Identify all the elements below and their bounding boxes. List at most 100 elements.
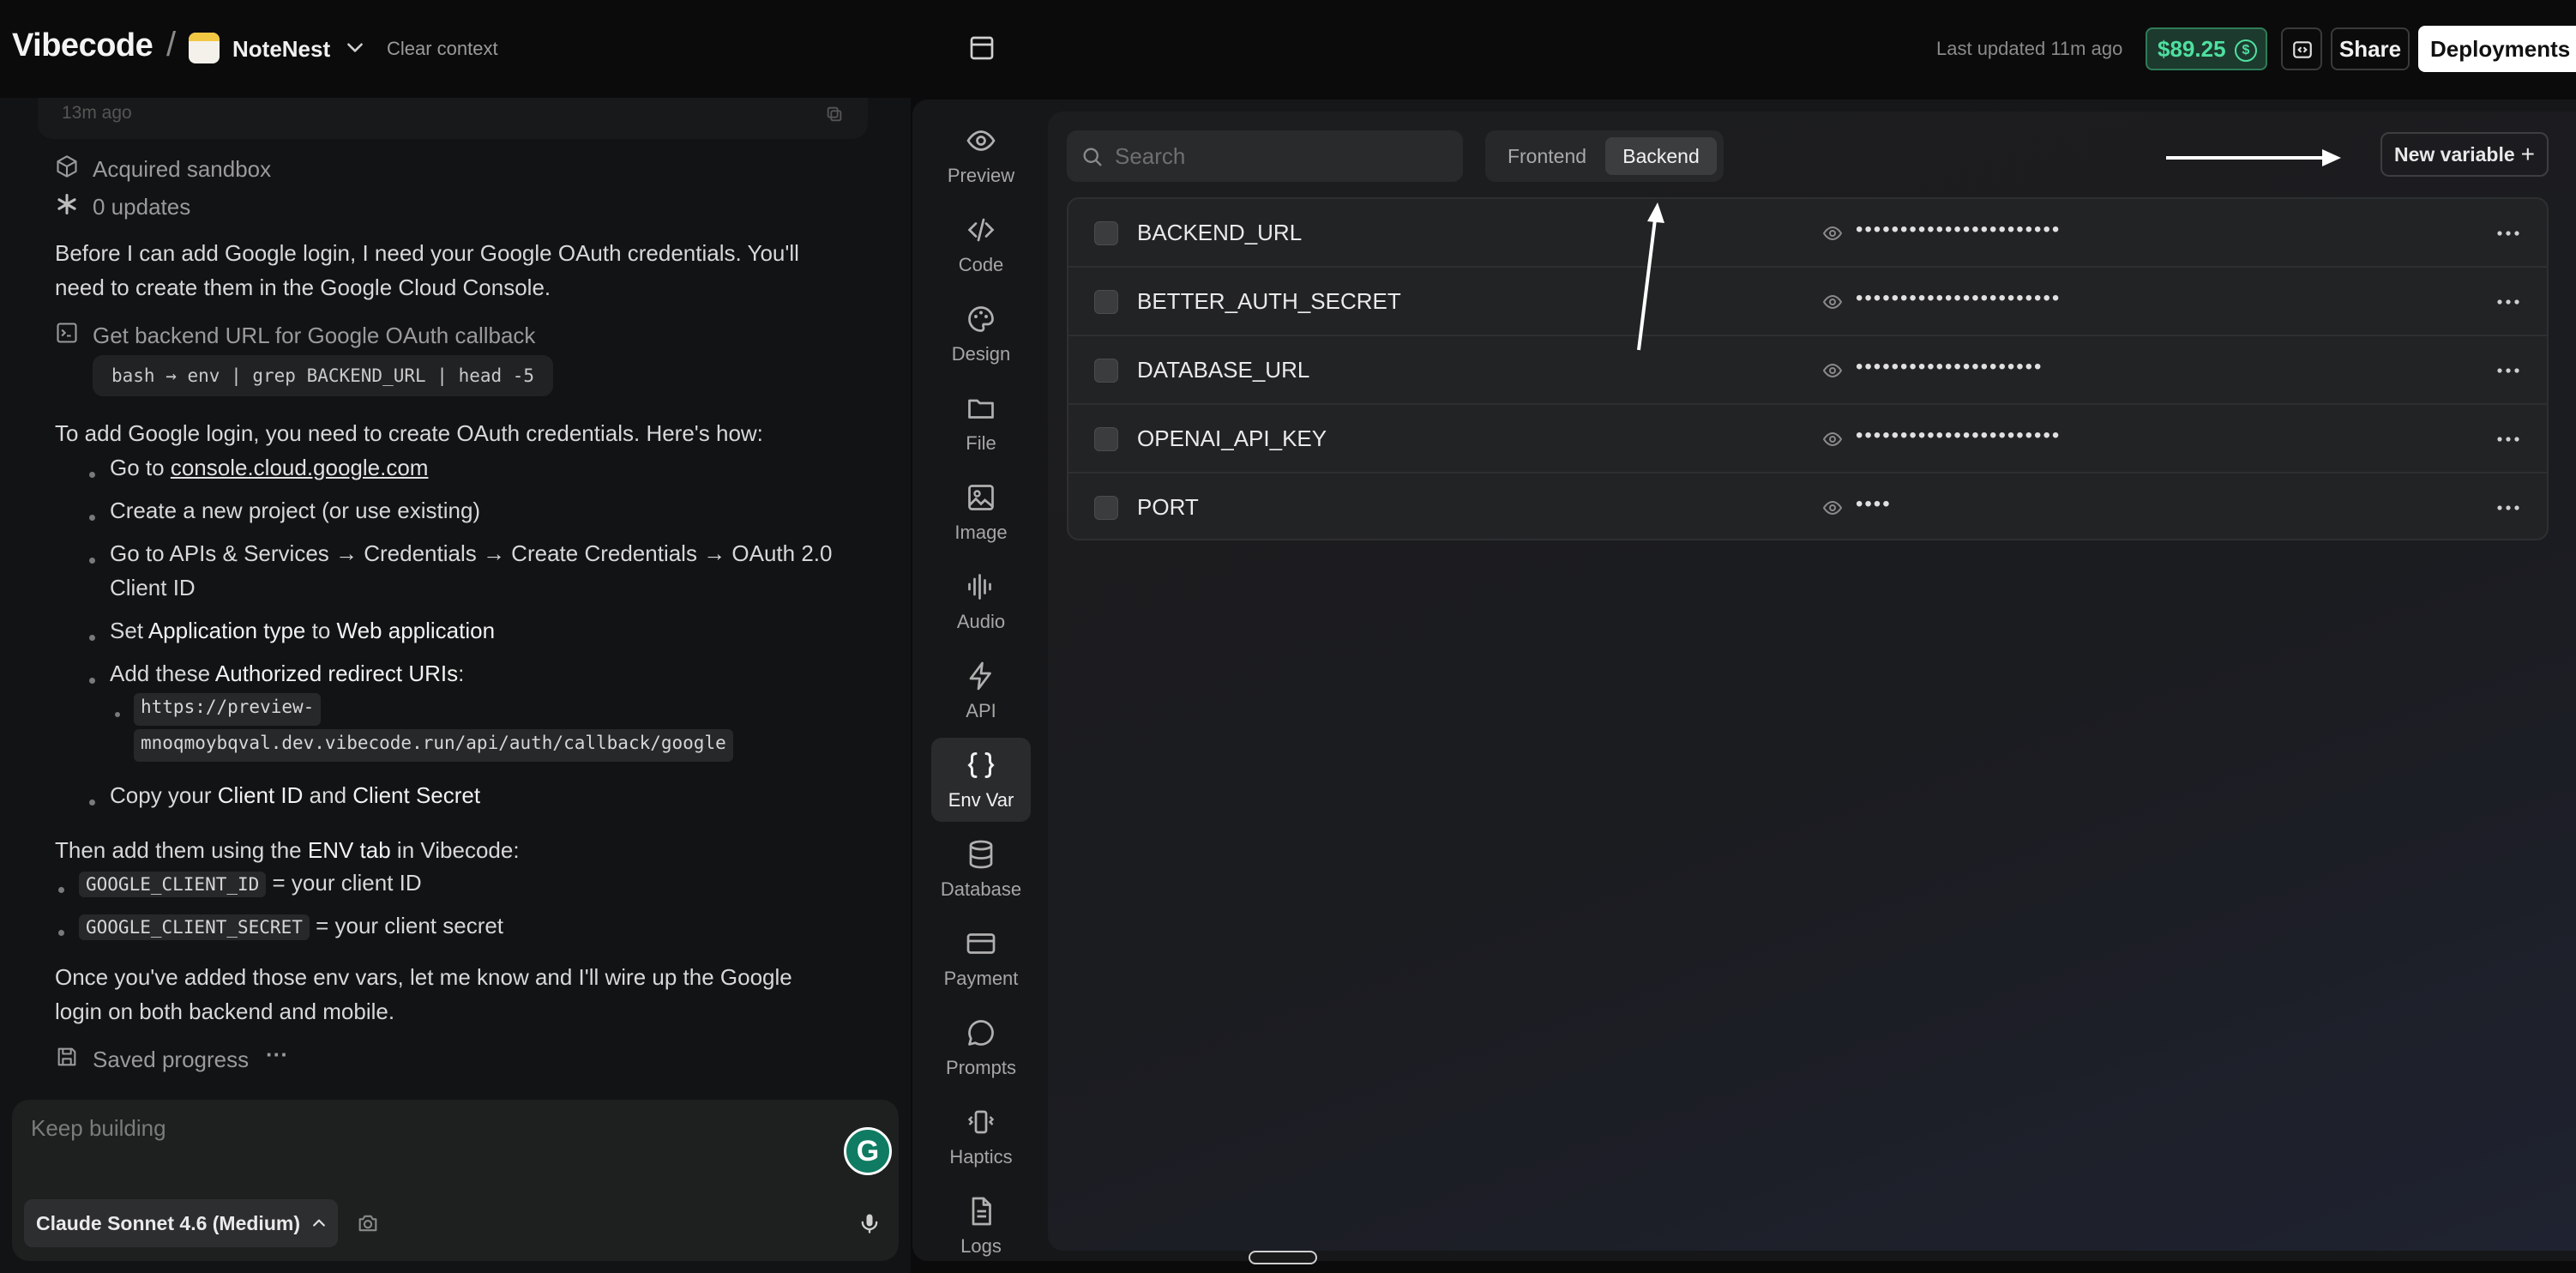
row-checkbox[interactable] — [1094, 359, 1118, 383]
new-variable-button[interactable]: New variable + — [2380, 132, 2549, 177]
rail-item-haptics[interactable]: Haptics — [931, 1095, 1031, 1179]
search-input[interactable] — [1115, 137, 1449, 175]
composer-input[interactable]: Keep building — [31, 1115, 166, 1142]
table-row: OPENAI_API_KEY ••••••••••••••••••••••• — [1068, 405, 2547, 474]
microphone-icon[interactable] — [858, 1210, 882, 1237]
code-square-icon — [2293, 41, 2312, 58]
step-6-prefix: Copy your — [110, 782, 218, 808]
project-name[interactable]: NoteNest — [232, 36, 330, 63]
env-key: BACKEND_URL — [1137, 220, 1303, 245]
more-options-icon[interactable] — [2495, 431, 2521, 448]
google-console-link[interactable]: console.cloud.google.com — [171, 455, 429, 480]
tool-call-title[interactable]: Get backend URL for Google OAuth callbac… — [93, 323, 535, 349]
image-icon — [968, 485, 994, 510]
outro-text-line-2: login on both backend and mobile. — [55, 998, 395, 1024]
workspace-panel: Preview Code Design File Image Audio API — [912, 100, 2576, 1261]
previous-message: 13m ago — [38, 98, 868, 139]
then-text: Then add them using the ENV tab in Vibec… — [55, 837, 520, 864]
chevron-down-icon[interactable] — [344, 36, 366, 58]
palette-icon — [968, 306, 994, 332]
rail-label: File — [966, 432, 996, 454]
rail-item-image[interactable]: Image — [931, 470, 1031, 554]
eye-icon[interactable] — [1821, 429, 1844, 449]
rail-item-env-var[interactable]: Env Var — [931, 738, 1031, 822]
credits-badge[interactable]: $89.25 $ — [2146, 27, 2267, 70]
home-indicator[interactable] — [1249, 1251, 1317, 1264]
share-button[interactable]: Share — [2331, 27, 2410, 70]
step-3-line-2: Client ID — [110, 575, 196, 600]
row-checkbox[interactable] — [1094, 221, 1118, 245]
more-options-icon[interactable] — [2495, 293, 2521, 311]
command-chip: bash → env | grep BACKEND_URL | head -5 — [93, 355, 554, 396]
copy-icon[interactable] — [825, 105, 844, 124]
model-selector[interactable]: Claude Sonnet 4.6 (Medium) — [24, 1199, 338, 1247]
row-checkbox[interactable] — [1094, 290, 1118, 314]
deployments-button[interactable]: Deployments — [2418, 26, 2576, 72]
more-options-icon[interactable] — [2495, 499, 2521, 516]
tab-backend[interactable]: Backend — [1605, 137, 1717, 175]
rail-item-prompts[interactable]: Prompts — [931, 1005, 1031, 1089]
env-key: DATABASE_URL — [1137, 357, 1310, 383]
rail-item-logs[interactable]: Logs — [931, 1184, 1031, 1258]
eye-icon[interactable] — [1821, 498, 1844, 518]
list-bullet — [89, 558, 95, 564]
panel-layout-icon[interactable] — [968, 34, 996, 62]
search-icon — [1083, 148, 1102, 166]
eye-icon[interactable] — [1821, 223, 1844, 244]
then-bold: ENV tab — [307, 837, 391, 863]
env-value-masked: ••••••••••••••••••••••• — [1856, 424, 2061, 447]
tool-rail: Preview Code Design File Image Audio API — [912, 100, 1050, 1261]
message-composer[interactable]: Keep building G Claude Sonnet 4.6 (Mediu… — [12, 1100, 899, 1261]
step-6-mid: and — [303, 782, 353, 808]
camera-icon[interactable] — [355, 1211, 381, 1235]
rail-item-code[interactable]: Code — [931, 202, 1031, 287]
table-row: DATABASE_URL ••••••••••••••••••••• — [1068, 336, 2547, 405]
env-key: BETTER_AUTH_SECRET — [1137, 288, 1401, 314]
intro-text-line-2: need to create them in the Google Cloud … — [55, 275, 551, 300]
step-4-mid: to — [305, 618, 337, 643]
step-4-bold-1: Application type — [147, 618, 306, 643]
grammarly-icon[interactable]: G — [844, 1127, 892, 1175]
table-row: BACKEND_URL ••••••••••••••••••••••• — [1068, 199, 2547, 268]
rail-item-database[interactable]: Database — [931, 827, 1031, 911]
plus-icon: + — [2520, 141, 2535, 167]
last-updated-text: Last updated 11m ago — [1936, 38, 2123, 59]
eye-icon[interactable] — [1821, 360, 1844, 381]
list-bullet — [58, 887, 64, 893]
rail-item-audio[interactable]: Audio — [931, 559, 1031, 643]
rail-item-payment[interactable]: Payment — [931, 916, 1031, 1000]
new-variable-label: New variable — [2394, 143, 2515, 166]
saved-progress-more-button[interactable]: ··· — [266, 1041, 288, 1068]
env-var-view: Frontend Backend New variable + BACKEND_… — [1048, 112, 2576, 1251]
list-bullet — [89, 678, 95, 684]
row-checkbox[interactable] — [1094, 496, 1118, 520]
env-code-client-id: GOOGLE_CLIENT_ID — [79, 872, 267, 897]
rail-label: Prompts — [946, 1057, 1016, 1078]
step-4-prefix: Set — [110, 618, 148, 643]
brand-logo[interactable]: Vibecode — [12, 27, 153, 64]
chat-bubble-icon — [968, 1020, 994, 1046]
rail-item-file[interactable]: File — [931, 381, 1031, 465]
row-checkbox[interactable] — [1094, 427, 1118, 451]
rail-item-design[interactable]: Design — [931, 292, 1031, 376]
step-5-prefix: Add these — [110, 661, 215, 686]
rail-item-api[interactable]: API — [931, 649, 1031, 733]
env-desc-client-secret: = your client secret — [309, 913, 504, 938]
eye-icon[interactable] — [1821, 292, 1844, 312]
document-icon — [972, 1197, 991, 1226]
more-options-icon[interactable] — [2495, 362, 2521, 379]
env-key: PORT — [1137, 494, 1199, 520]
list-bullet — [89, 472, 95, 478]
embed-code-button[interactable] — [2281, 27, 2322, 70]
step-1-prefix: Go to — [110, 455, 171, 480]
breadcrumb-separator: / — [166, 26, 177, 63]
more-options-icon[interactable] — [2495, 225, 2521, 242]
rail-item-preview[interactable]: Preview — [931, 113, 1031, 197]
search-box[interactable] — [1067, 130, 1463, 182]
list-bullet — [89, 515, 95, 521]
redirect-uri-line-2: mnoqmoybqval.dev.vibecode.run/api/auth/c… — [134, 729, 733, 762]
terminal-icon — [57, 323, 77, 343]
clear-context-button[interactable]: Clear context — [387, 38, 498, 60]
tab-frontend[interactable]: Frontend — [1492, 137, 1602, 175]
rail-label: Image — [954, 522, 1008, 543]
